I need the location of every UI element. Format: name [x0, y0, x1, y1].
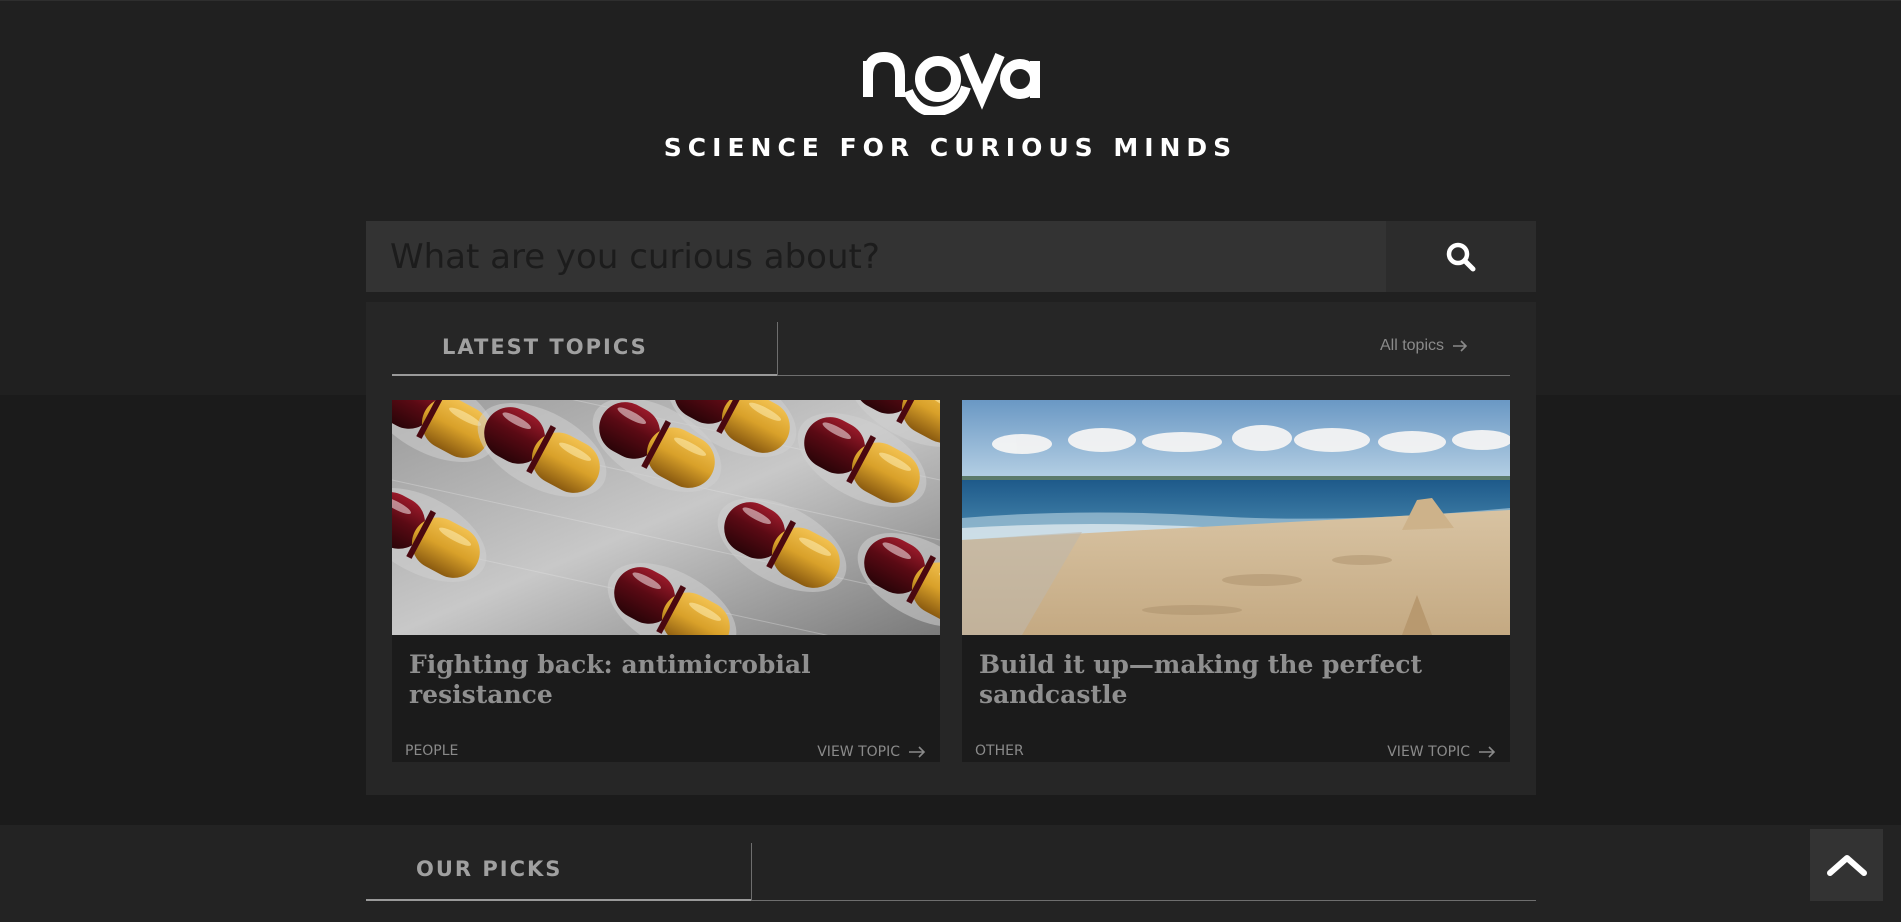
- topic-category: OTHER: [975, 743, 1024, 759]
- active-tab-underline: [366, 899, 751, 901]
- arrow-right-icon: [1479, 746, 1496, 758]
- view-topic-label: VIEW TOPIC: [817, 744, 900, 760]
- search-input[interactable]: [366, 221, 1386, 292]
- topic-card[interactable]: Build it up—making the perfect sandcastl…: [962, 400, 1510, 762]
- topic-category: PEOPLE: [405, 743, 459, 759]
- active-tab-underline: [392, 374, 777, 376]
- search-icon: [1446, 242, 1476, 271]
- header-divider: [751, 843, 752, 901]
- all-topics-label: All topics: [1379, 337, 1444, 354]
- chevron-up-icon: [1826, 855, 1867, 876]
- view-topic-link[interactable]: VIEW TOPIC: [817, 744, 926, 760]
- tagline: SCIENCE FOR CURIOUS MINDS: [663, 133, 1238, 162]
- topic-image-capsules[interactable]: [392, 400, 940, 635]
- arrow-right-icon: [1453, 340, 1468, 352]
- topic-title[interactable]: Build it up—making the perfect sandcastl…: [979, 650, 1479, 710]
- latest-topics-title: LATEST TOPICS: [442, 335, 648, 359]
- latest-topics-panel: LATEST TOPICS All topics Fighting back: …: [366, 302, 1536, 795]
- topic-image-beach[interactable]: [962, 400, 1510, 635]
- all-topics-link[interactable]: All topics: [1380, 337, 1468, 355]
- arrow-right-icon: [909, 746, 926, 758]
- topic-title[interactable]: Fighting back: antimicrobial resistance: [409, 650, 909, 710]
- search-bar: [366, 221, 1536, 292]
- latest-topics-header: LATEST TOPICS All topics: [392, 322, 1510, 376]
- nova-logo[interactable]: nova: [860, 31, 1042, 115]
- our-picks-section: OUR PICKS: [0, 825, 1901, 922]
- header-divider: [777, 322, 778, 376]
- view-topic-label: VIEW TOPIC: [1387, 744, 1470, 760]
- back-to-top-button[interactable]: [1810, 829, 1883, 901]
- view-topic-link[interactable]: VIEW TOPIC: [1387, 744, 1496, 760]
- topic-card[interactable]: Fighting back: antimicrobial resistance …: [392, 400, 940, 762]
- our-picks-header: OUR PICKS: [366, 843, 1536, 901]
- search-button[interactable]: [1386, 221, 1536, 292]
- our-picks-title: OUR PICKS: [416, 857, 563, 881]
